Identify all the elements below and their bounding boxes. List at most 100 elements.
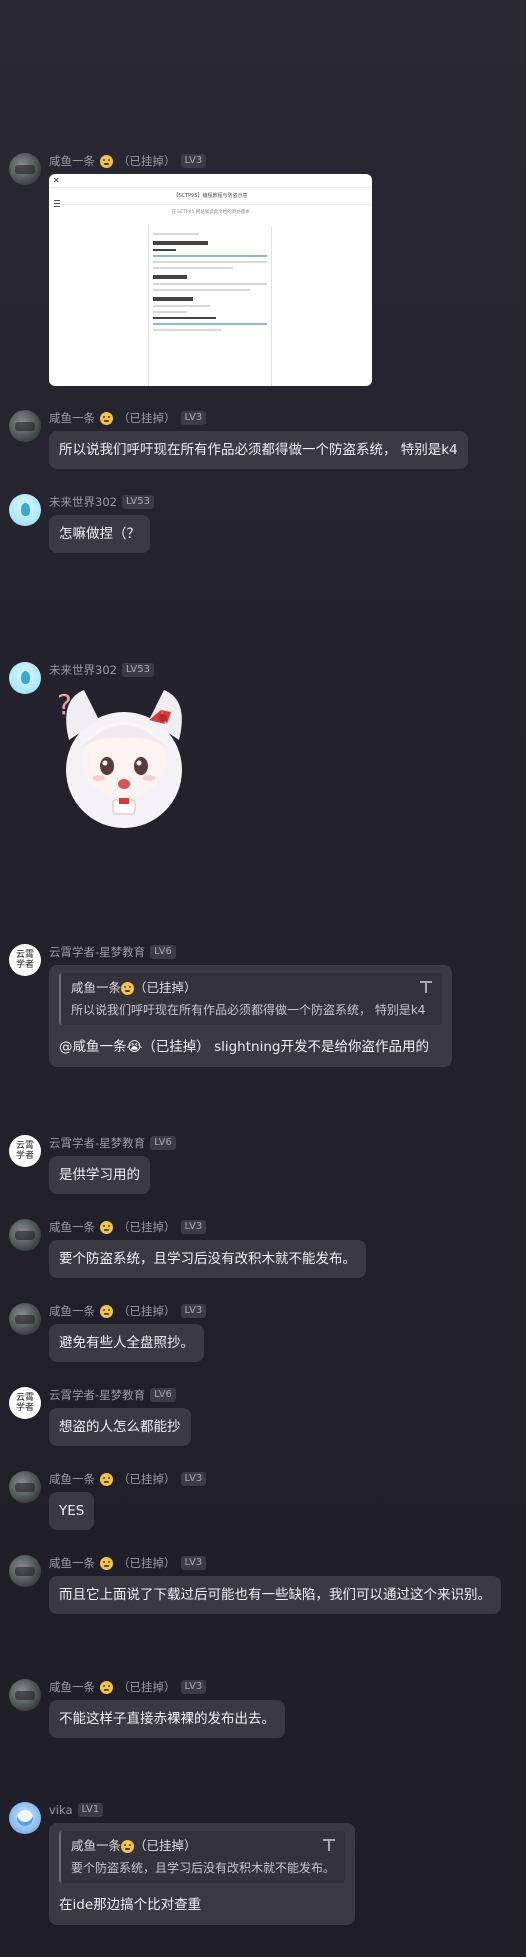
user-avatar[interactable]: 云霄 学者 (9, 1135, 41, 1167)
crying-emoji-icon (100, 1220, 113, 1234)
level-badge: LV3 (180, 1556, 207, 1570)
level-badge: LV53 (121, 663, 154, 677)
user-avatar[interactable] (9, 1471, 41, 1503)
message-bubble[interactable]: 避免有些人全盘照抄。 (49, 1324, 204, 1362)
avatar-logo-text: 云霄 学者 (15, 950, 34, 970)
level-badge: LV3 (180, 411, 207, 425)
message-bubble[interactable]: YES (49, 1492, 95, 1530)
level-badge: LV6 (150, 1388, 176, 1402)
username[interactable]: 咸鱼一条 (49, 1303, 95, 1319)
user-avatar[interactable] (9, 1679, 41, 1711)
quoted-author: 咸鱼一条 （已挂掉） (71, 1838, 197, 1853)
level-badge: LV3 (180, 1680, 207, 1694)
message-header: 未来世界302 LV53 (49, 494, 154, 510)
level-badge: LV1 (77, 1803, 104, 1817)
username[interactable]: 云霄学者-星梦教育 (49, 1135, 145, 1151)
message-header: 云霄学者-星梦教育 LV6 (49, 1135, 176, 1151)
user-avatar[interactable] (9, 153, 41, 185)
level-badge: LV53 (121, 495, 154, 509)
close-icon: ✕ (53, 176, 60, 185)
user-tag: （已挂掉） (118, 411, 176, 425)
screenshot-document (148, 226, 272, 386)
jump-to-top-icon[interactable] (420, 981, 432, 993)
user-tag: （已挂掉） (118, 1680, 176, 1694)
message-bubble[interactable]: 所以说我们呼吁现在所有作品必须都得做一个防盗系统， 特别是k4 (49, 431, 468, 469)
svg-text:?: ? (57, 688, 72, 721)
message-header: 咸鱼一条 （已挂掉） LV3 (49, 153, 207, 169)
level-badge: LV3 (180, 1304, 207, 1318)
user-avatar[interactable] (9, 1555, 41, 1587)
message-bubble[interactable]: 要个防盗系统，且学习后没有改积木就不能发布。 (49, 1240, 366, 1278)
message-bubble[interactable]: 怎嘛做捏（？ (49, 515, 150, 553)
crying-emoji-icon (100, 1556, 113, 1570)
username[interactable]: 云霄学者-星梦教育 (49, 1387, 145, 1403)
menu-icon (54, 200, 60, 207)
message-header: 咸鱼一条 （已挂掉） LV3 (49, 1219, 207, 1235)
screenshot-image[interactable]: ✕ 【SCTP95】编程教程与防盗示意 在 SCTP95 网站阅读此文档的原始版… (49, 174, 372, 386)
message-bubble[interactable]: 想盗的人怎么都能抄 (49, 1408, 191, 1446)
message-bubble[interactable]: 不能这样子直接赤裸裸的发布出去。 (49, 1700, 285, 1738)
username[interactable]: vika (49, 1803, 73, 1817)
screenshot-title: 【SCTP95】编程教程与防盗示意 (49, 188, 372, 205)
message-header: 咸鱼一条 （已挂掉） LV3 (49, 1555, 207, 1571)
user-avatar[interactable] (9, 494, 41, 526)
username[interactable]: 咸鱼一条 (49, 1219, 95, 1235)
crying-emoji-icon (121, 1840, 135, 1853)
message-header: 咸鱼一条 （已挂掉） LV3 (49, 1679, 207, 1695)
crying-emoji-icon (121, 982, 135, 995)
username[interactable]: 未来世界302 (49, 662, 117, 678)
user-tag: （已挂掉） (118, 1220, 176, 1234)
username[interactable]: 咸鱼一条 (49, 410, 95, 426)
message-header: 未来世界302 LV53 (49, 662, 154, 678)
message-bubble[interactable]: 咸鱼一条 （已挂掉） 要个防盗系统，且学习后没有改积木就不能发布。 在ide那边搞… (49, 1823, 355, 1925)
message-header: 云霄学者-星梦教育 LV6 (49, 944, 176, 960)
quoted-message[interactable]: 咸鱼一条 （已挂掉） 要个防盗系统，且学习后没有改积木就不能发布。 (59, 1831, 345, 1883)
message-header: 咸鱼一条 （已挂掉） LV3 (49, 410, 207, 426)
user-tag: （已挂掉） (118, 1556, 176, 1570)
user-avatar[interactable]: 云霄 学者 (9, 1387, 41, 1419)
message-bubble[interactable]: 而且它上面说了下载过后可能也有一些缺陷，我们可以通过这个来识别。 (49, 1576, 501, 1614)
crying-emoji-icon (100, 154, 113, 168)
level-badge: LV6 (150, 1136, 176, 1150)
message-bubble[interactable]: 咸鱼一条 （已挂掉） 所以说我们呼吁现在所有作品必须都得做一个防盗系统， 特别是k… (49, 965, 452, 1067)
user-tag: （已挂掉） (118, 154, 176, 168)
message-bubble[interactable]: 是供学习用的 (49, 1156, 150, 1194)
quoted-text: 要个防盗系统，且学习后没有改积木就不能发布。 (71, 1861, 336, 1875)
message-text: @咸鱼一条😭（已挂掉） slightning开发不是给你盗作品用的 (59, 1039, 429, 1055)
user-avatar[interactable] (9, 1303, 41, 1335)
crying-emoji-icon (100, 1680, 113, 1694)
username[interactable]: 咸鱼一条 (49, 1555, 95, 1571)
level-badge: LV3 (180, 1220, 207, 1234)
anime-girl-sticker[interactable]: ? (49, 680, 199, 832)
username[interactable]: 咸鱼一条 (49, 1679, 95, 1695)
username[interactable]: 咸鱼一条 (49, 153, 95, 169)
user-tag: （已挂掉） (118, 1472, 176, 1486)
quoted-author: 咸鱼一条 （已挂掉） (71, 980, 197, 995)
quoted-text: 所以说我们呼吁现在所有作品必须都得做一个防盗系统， 特别是k4 (71, 1003, 426, 1017)
avatar-logo-text: 云霄 学者 (15, 1141, 34, 1161)
username[interactable]: 云霄学者-星梦教育 (49, 944, 145, 960)
crying-emoji-icon (100, 411, 113, 425)
level-badge: LV3 (180, 154, 207, 168)
message-header: 咸鱼一条 （已挂掉） LV3 (49, 1303, 207, 1319)
message-header: vika LV1 (49, 1802, 104, 1818)
user-avatar[interactable] (9, 1802, 41, 1834)
user-avatar[interactable] (9, 662, 41, 694)
message-text: 在ide那边搞个比对查重 (59, 1897, 202, 1913)
message-header: 云霄学者-星梦教育 LV6 (49, 1387, 176, 1403)
user-avatar[interactable]: 云霄 学者 (9, 944, 41, 976)
jump-to-top-icon[interactable] (323, 1839, 335, 1851)
user-avatar[interactable] (9, 1219, 41, 1251)
avatar-logo-text: 云霄 学者 (15, 1393, 34, 1413)
username[interactable]: 未来世界302 (49, 494, 117, 510)
screenshot-subtitle: 在 SCTP95 网站阅读此文档的原始版本 (171, 210, 250, 215)
user-tag: （已挂掉） (118, 1304, 176, 1318)
level-badge: LV6 (150, 945, 176, 959)
quoted-message[interactable]: 咸鱼一条 （已挂掉） 所以说我们呼吁现在所有作品必须都得做一个防盗系统， 特别是k… (59, 973, 442, 1025)
crying-emoji-icon (100, 1472, 113, 1486)
user-avatar[interactable] (9, 410, 41, 442)
crying-emoji-icon (100, 1304, 113, 1318)
message-header: 咸鱼一条 （已挂掉） LV3 (49, 1471, 207, 1487)
username[interactable]: 咸鱼一条 (49, 1471, 95, 1487)
level-badge: LV3 (180, 1472, 207, 1486)
